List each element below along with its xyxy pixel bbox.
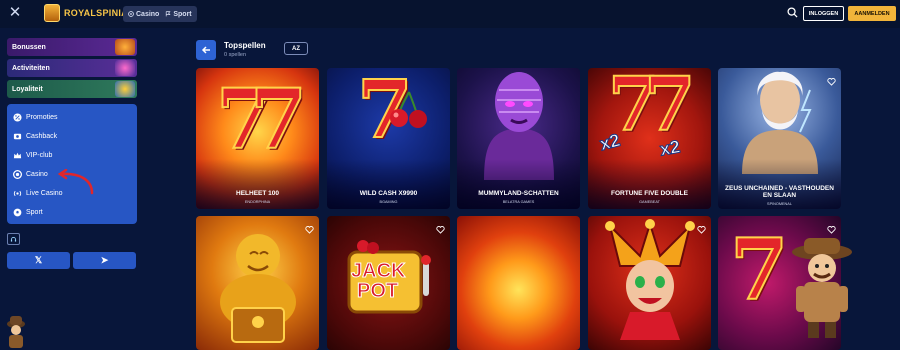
multiplier-badge: x2 (658, 136, 682, 160)
game-tile[interactable]: 7 7 HELHEET 100 ENDORPHINA (196, 68, 319, 209)
register-button[interactable]: AANMELDEN (848, 6, 896, 21)
logo-text: ROYALSPINIA (64, 8, 128, 18)
close-icon[interactable]: ✕ (8, 5, 22, 20)
soccer-ball-icon (13, 208, 22, 217)
x-icon: 𝕏 (34, 255, 43, 265)
cherry-icon (390, 91, 427, 128)
telegram-social-button[interactable]: ➤ (73, 252, 136, 269)
x-social-button[interactable]: 𝕏 (7, 252, 70, 269)
game-provider: ENDORPHINA (244, 200, 271, 204)
explorer-mascot-icon (792, 238, 852, 338)
arrow-left-icon (201, 46, 210, 54)
telegram-icon: ➤ (100, 255, 109, 265)
game-name: HELHEET 100 (236, 190, 279, 197)
sidebar-item-sport[interactable]: Sport (7, 203, 137, 222)
seven-symbol-icon: 7 (249, 71, 308, 169)
search-icon[interactable] (787, 7, 798, 18)
live-icon (13, 190, 22, 197)
top-bar: ✕ ROYALSPINIA Casino Sport INLOGGEN AANM… (0, 0, 900, 28)
nav-casino-label: Casino (136, 10, 160, 18)
promo-card-label: Activiteiten (12, 64, 50, 72)
seven-symbol-icon: 7 (643, 68, 696, 149)
game-tile[interactable]: 7 7 x2 x2 FORTUNE FIVE DOUBLE GAMEBEAT (588, 68, 711, 209)
game-tile[interactable]: JACK POT (327, 216, 450, 350)
logo[interactable]: ROYALSPINIA (44, 3, 128, 23)
game-tile[interactable] (457, 216, 580, 350)
sort-az-button[interactable]: AZ (284, 42, 308, 55)
game-provider: SPINOMENAL (767, 202, 792, 206)
game-provider: GAMEBEAT (639, 200, 660, 204)
support-button[interactable] (7, 233, 20, 245)
promo-card-loyaliteit[interactable]: Loyaliteit (7, 80, 137, 98)
favorite-heart-icon[interactable] (436, 221, 445, 234)
game-tile[interactable]: ZEUS UNCHAINED - VASTHOUDEN EN SLAAN SPI… (718, 68, 841, 209)
game-name: ZEUS UNCHAINED - VASTHOUDEN EN SLAAN (725, 185, 834, 199)
game-name: MUMMYLAND-SCHATTEN (478, 190, 559, 197)
favorite-heart-icon[interactable] (827, 221, 836, 234)
sidebar-item-label: VIP-club (26, 152, 53, 159)
headset-icon (10, 236, 17, 242)
wheel-icon (115, 60, 135, 76)
login-button[interactable]: INLOGGEN (803, 6, 844, 21)
casino-chip-icon (13, 170, 22, 179)
sidebar-item-label: Sport (26, 209, 43, 216)
mascot-icon (7, 316, 25, 348)
back-button[interactable] (196, 40, 216, 60)
game-name: FORTUNE FIVE DOUBLE (611, 190, 688, 197)
sidebar-item-label: Cashback (26, 133, 58, 140)
promo-card-label: Loyaliteit (12, 85, 43, 93)
logo-badge-icon (44, 4, 60, 22)
nav-sport[interactable]: Sport (165, 10, 192, 18)
game-count: 0 spellen (224, 52, 247, 58)
sidebar-item-promoties[interactable]: Promoties (7, 108, 137, 127)
favorite-heart-icon[interactable] (827, 73, 836, 86)
buddha-character-icon (220, 234, 296, 343)
game-tile[interactable] (588, 216, 711, 350)
sidebar-item-vip-club[interactable]: VIP-club (7, 146, 137, 165)
promo-card-bonussen[interactable]: Bonussen (7, 38, 137, 56)
sidebar: Bonussen Activiteiten Loyaliteit Promoti… (0, 28, 144, 350)
flag-icon (166, 11, 171, 17)
jackpot-text: POT (356, 280, 399, 303)
sidebar-item-cashback[interactable]: Cashback (7, 127, 137, 146)
game-thumbnail (457, 216, 580, 350)
casino-chip-icon (128, 11, 134, 17)
game-provider: BGAMING (379, 200, 398, 204)
crown-icon (13, 152, 22, 159)
promo-card-label: Bonussen (12, 43, 46, 51)
sidebar-menu: Promoties Cashback VIP-club Casino Live … (7, 104, 137, 224)
sidebar-item-label: Promoties (26, 114, 58, 121)
game-tile[interactable] (196, 216, 319, 350)
seven-symbol-icon: 7 (729, 219, 789, 320)
game-tile[interactable]: MUMMYLAND-SCHATTEN BELATRA GAMES (457, 68, 580, 209)
sidebar-item-label: Casino (26, 171, 48, 178)
nav-sport-label: Sport (173, 10, 192, 18)
promo-card-activiteiten[interactable]: Activiteiten (7, 59, 137, 77)
favorite-heart-icon[interactable] (305, 221, 314, 234)
page-title: Topspellen (224, 41, 266, 50)
game-name: WILD CASH X9990 (359, 190, 418, 197)
nav-casino[interactable]: Casino (128, 11, 159, 18)
gift-icon (115, 39, 135, 55)
annotation-arrow-icon (57, 169, 94, 195)
nav-switch: Casino Sport (123, 6, 197, 22)
game-provider: BELATRA GAMES (502, 200, 535, 204)
percent-icon (13, 113, 22, 122)
favorite-heart-icon[interactable] (697, 221, 706, 234)
game-tile[interactable]: 7 WILD CASH X9990 BGAMING (327, 68, 450, 209)
cashback-icon (13, 133, 22, 140)
shield-icon (115, 81, 135, 97)
jester-character-icon (605, 219, 695, 340)
